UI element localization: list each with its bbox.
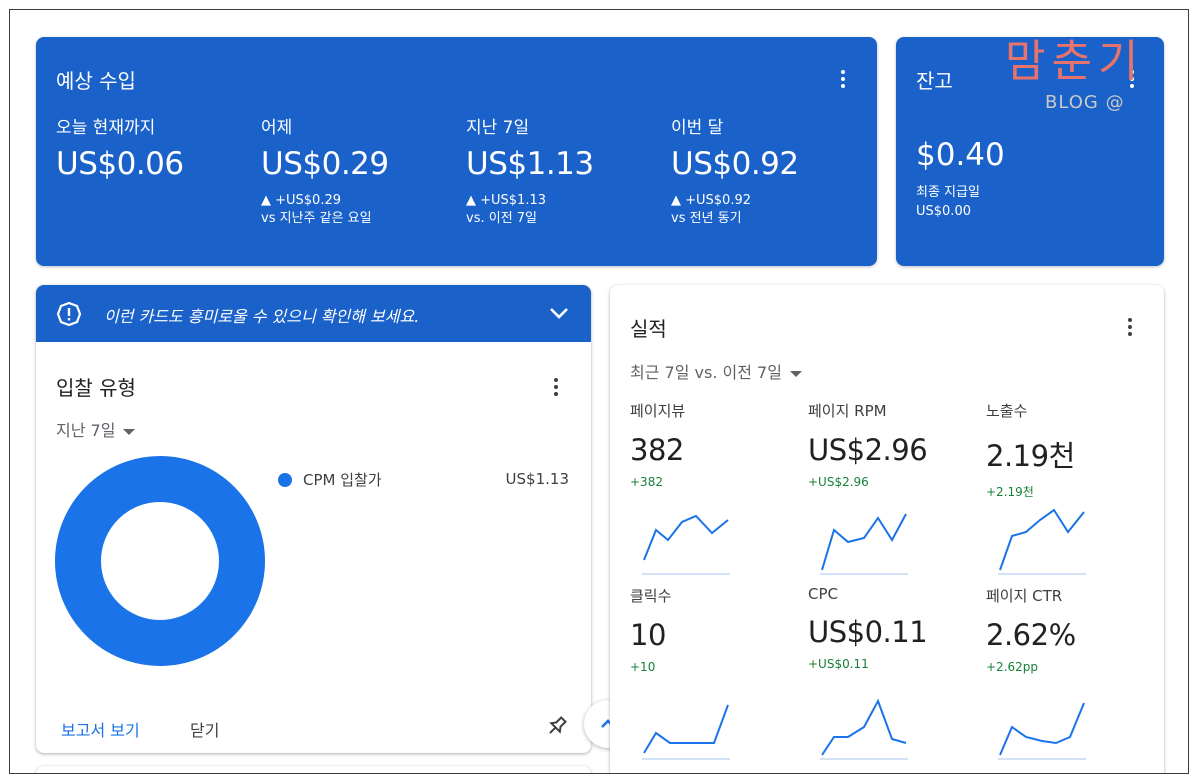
bidding-type-card: 이런 카드도 흥미로울 수 있으니 확인해 보세요. 입찰 유형 지난 7일 C…: [36, 285, 591, 753]
metric-yesterday: 어제 US$0.29 ▲ +US$0.29 vs 지난주 같은 요일: [261, 113, 461, 228]
sparkline: [998, 508, 1086, 575]
estimated-earnings-more-icon[interactable]: [833, 67, 853, 91]
metric-last-7-days: 지난 7일 US$1.13 ▲ +US$1.13 vs. 이전 7일: [466, 113, 666, 228]
adsense-dashboard: 예상 수입 오늘 현재까지 US$0.06 어제 US$0.29 ▲ +US$0…: [9, 9, 1189, 774]
metric-this-month: 이번 달 US$0.92 ▲ +US$0.92 vs 전년 동기: [671, 113, 871, 228]
tile-clicks[interactable]: 클릭수 10 +10: [630, 585, 790, 770]
metric-value: US$1.13: [466, 146, 594, 182]
metric-delta: ▲ +US$1.13: [466, 193, 547, 208]
metric-label: 어제: [261, 118, 293, 138]
tile-value: 2.62%: [986, 618, 1076, 652]
performance-range-dropdown[interactable]: 최근 7일 vs. 이전 7일: [630, 359, 802, 383]
tile-label: 노출수: [986, 402, 1028, 420]
bidding-range-value: 지난 7일: [56, 421, 116, 440]
last-payment-label: 최종 지급일: [916, 185, 980, 200]
performance-more-icon[interactable]: [1120, 315, 1140, 339]
tile-impressions[interactable]: 노출수 2.19천 +2.19천: [986, 400, 1146, 585]
tile-label: 페이지 RPM: [808, 402, 887, 420]
legend-value: US$1.13: [505, 470, 569, 488]
balance-title: 잔고: [916, 69, 953, 93]
performance-title: 실적: [630, 317, 667, 341]
tile-value: US$2.96: [808, 433, 928, 467]
view-report-link[interactable]: 보고서 보기: [61, 717, 140, 741]
bidding-more-icon[interactable]: [546, 375, 566, 399]
tile-value: 382: [630, 433, 684, 467]
metric-compare: vs 전년 동기: [671, 211, 742, 226]
tile-label: CPC: [808, 585, 838, 603]
performance-range-value: 최근 7일 vs. 이전 7일: [630, 363, 782, 382]
pin-icon[interactable]: [544, 713, 570, 739]
tile-page-rpm[interactable]: 페이지 RPM US$2.96 +US$2.96: [808, 400, 968, 585]
tile-label: 페이지뷰: [630, 402, 686, 420]
metric-today: 오늘 현재까지 US$0.06: [56, 113, 256, 182]
watermark-logo: 맘춘기: [1005, 36, 1145, 87]
bidding-donut-chart: [55, 456, 265, 666]
metric-label: 오늘 현재까지: [56, 118, 156, 138]
sparkline: [820, 698, 908, 760]
tile-value: 2.19천: [986, 439, 1075, 473]
metric-label: 이번 달: [671, 118, 724, 138]
tile-value: 10: [630, 618, 666, 652]
tile-pageviews[interactable]: 페이지뷰 382 +382: [630, 400, 790, 585]
metric-label: 지난 7일: [466, 118, 530, 138]
tile-delta: +2.19천: [986, 485, 1034, 499]
watermark-subtitle: BLOG @: [1045, 92, 1125, 113]
performance-card: 실적 최근 7일 vs. 이전 7일 페이지뷰 382 +382 페이지 RPM…: [610, 285, 1164, 773]
bidding-range-dropdown[interactable]: 지난 7일: [56, 417, 136, 441]
donut-slice-cpm: [55, 456, 265, 666]
metric-compare: vs. 이전 7일: [466, 211, 538, 226]
alert-icon: [56, 301, 82, 327]
metric-delta: ▲ +US$0.29: [261, 193, 342, 208]
metric-value: US$0.92: [671, 146, 799, 182]
tile-delta: +382: [630, 475, 663, 489]
sparkline: [998, 702, 1086, 760]
estimated-earnings-card: 예상 수입 오늘 현재까지 US$0.06 어제 US$0.29 ▲ +US$0…: [36, 37, 877, 266]
suggestion-banner-text: 이런 카드도 흥미로울 수 있으니 확인해 보세요.: [104, 307, 420, 326]
legend-label: CPM 입찰가: [303, 471, 382, 489]
sparkline: [820, 513, 908, 575]
suggestion-banner[interactable]: 이런 카드도 흥미로울 수 있으니 확인해 보세요.: [36, 285, 591, 342]
tile-label: 페이지 CTR: [986, 587, 1063, 605]
tile-delta: +US$0.11: [808, 657, 869, 671]
next-card-edge: [36, 766, 591, 773]
metric-compare: vs 지난주 같은 요일: [261, 211, 372, 226]
legend-color-dot: [278, 473, 292, 487]
chevron-down-icon[interactable]: [547, 303, 571, 323]
tile-page-ctr[interactable]: 페이지 CTR 2.62% +2.62pp: [986, 585, 1146, 770]
tile-delta: +10: [630, 660, 656, 674]
caret-down-icon: [789, 370, 802, 377]
metric-value: US$0.06: [56, 146, 184, 182]
last-payment-value: US$0.00: [916, 204, 971, 219]
caret-down-icon: [123, 428, 136, 435]
tile-delta: +2.62pp: [986, 660, 1039, 674]
metric-value: US$0.29: [261, 146, 389, 182]
balance-amount: $0.40: [916, 137, 1005, 173]
tile-label: 클릭수: [630, 587, 672, 605]
close-button[interactable]: 닫기: [190, 717, 219, 741]
tile-cpc[interactable]: CPC US$0.11 +US$0.11: [808, 585, 968, 770]
tile-value: US$0.11: [808, 615, 928, 649]
metric-delta: ▲ +US$0.92: [671, 193, 752, 208]
sparkline: [642, 514, 730, 575]
bidding-type-title: 입찰 유형: [56, 376, 136, 400]
estimated-earnings-title: 예상 수입: [56, 69, 136, 93]
tile-delta: +US$2.96: [808, 475, 869, 489]
sparkline: [642, 704, 730, 760]
